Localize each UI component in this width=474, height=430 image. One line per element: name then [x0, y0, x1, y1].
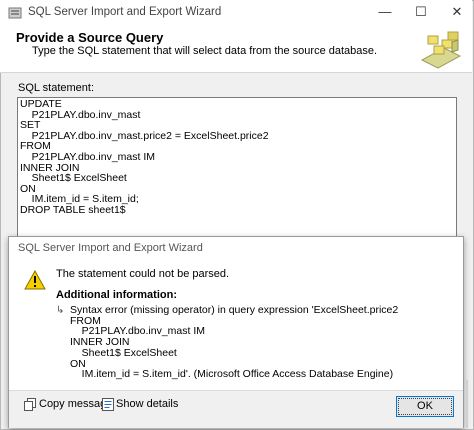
- sql-statement-text: UPDATE P21PLAY.dbo.inv_mast SET P21PLAY.…: [20, 98, 269, 216]
- page-subtitle: Type the SQL statement that will select …: [32, 45, 378, 57]
- page-title: Provide a Source Query: [16, 30, 164, 45]
- maximize-button[interactable]: ☐: [406, 0, 436, 26]
- wizard-graphic-icon: [420, 31, 462, 69]
- minimize-button[interactable]: —: [370, 0, 400, 26]
- sql-statement-label: SQL statement:: [18, 82, 95, 94]
- app-icon: [8, 7, 22, 19]
- dialog-title: SQL Server Import and Export Wizard: [18, 242, 203, 254]
- close-button[interactable]: ✕: [442, 0, 472, 26]
- warning-icon: [24, 270, 46, 290]
- window-edge: [466, 380, 468, 428]
- show-details-button[interactable]: Show details: [116, 398, 178, 410]
- detail-arrow-icon: ↳: [56, 305, 65, 316]
- error-detail-text: Syntax error (missing operator) in query…: [70, 304, 399, 381]
- window-title: SQL Server Import and Export Wizard: [28, 6, 222, 18]
- error-message: The statement could not be parsed.: [56, 268, 230, 280]
- additional-info-heading: Additional information:: [56, 289, 177, 301]
- ok-focus-rect: [398, 398, 452, 415]
- show-details-icon[interactable]: [102, 398, 114, 411]
- copy-icon[interactable]: [24, 398, 36, 411]
